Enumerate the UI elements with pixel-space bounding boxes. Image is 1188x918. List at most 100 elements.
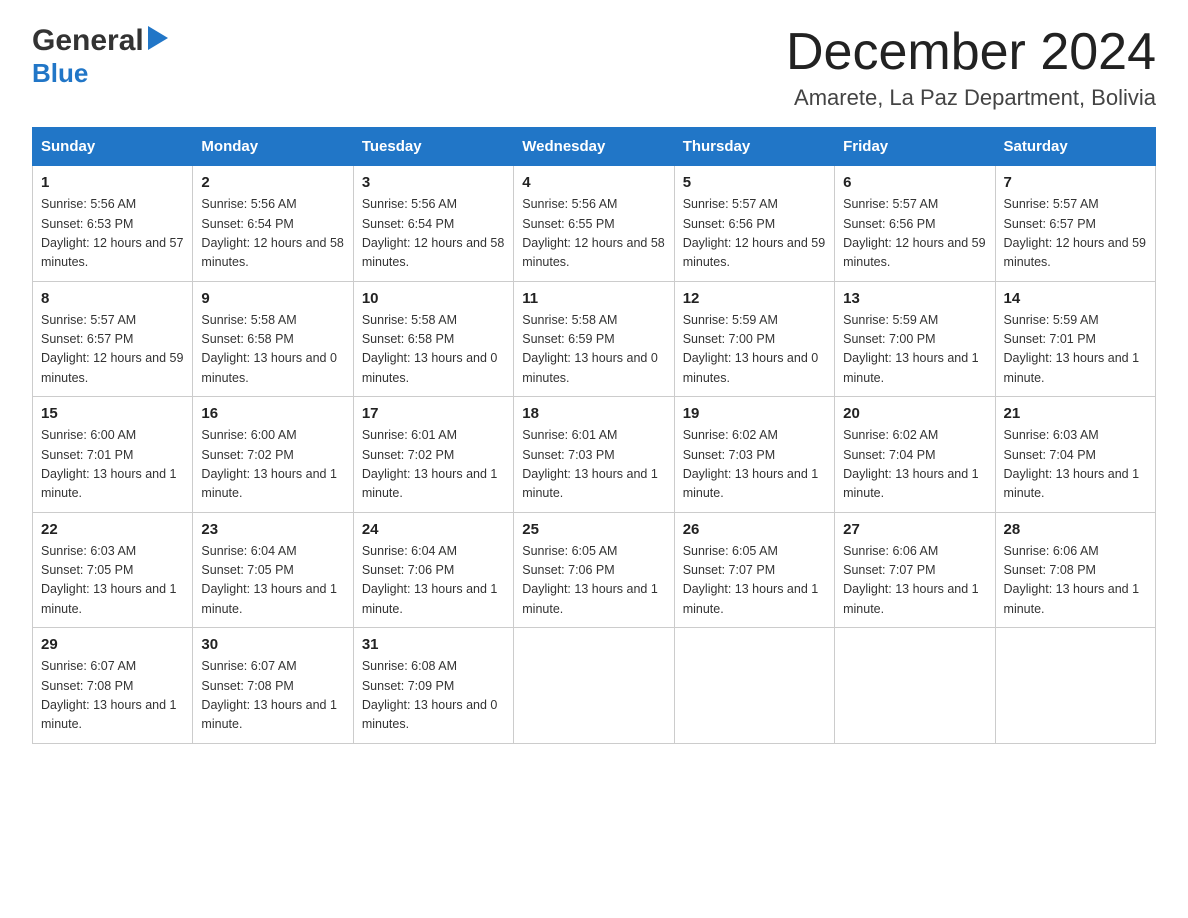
calendar-day-cell: 22 Sunrise: 6:03 AM Sunset: 7:05 PM Dayl… [33, 512, 193, 628]
day-number: 6 [843, 174, 986, 191]
calendar-day-cell: 5 Sunrise: 5:57 AM Sunset: 6:56 PM Dayli… [674, 166, 834, 282]
calendar-day-cell: 14 Sunrise: 5:59 AM Sunset: 7:01 PM Dayl… [995, 281, 1155, 397]
day-info: Sunrise: 6:00 AM Sunset: 7:02 PM Dayligh… [201, 426, 344, 504]
day-number: 14 [1004, 290, 1147, 307]
day-number: 20 [843, 405, 986, 422]
column-header-thursday: Thursday [674, 128, 834, 166]
calendar-day-cell: 9 Sunrise: 5:58 AM Sunset: 6:58 PM Dayli… [193, 281, 353, 397]
calendar-week-row: 29 Sunrise: 6:07 AM Sunset: 7:08 PM Dayl… [33, 628, 1156, 744]
day-info: Sunrise: 6:08 AM Sunset: 7:09 PM Dayligh… [362, 657, 505, 735]
day-number: 18 [522, 405, 665, 422]
calendar-day-cell: 29 Sunrise: 6:07 AM Sunset: 7:08 PM Dayl… [33, 628, 193, 744]
logo-general-text: General [32, 24, 144, 58]
day-number: 15 [41, 405, 184, 422]
logo-arrow-icon [148, 24, 168, 58]
day-info: Sunrise: 6:03 AM Sunset: 7:04 PM Dayligh… [1004, 426, 1147, 504]
column-header-wednesday: Wednesday [514, 128, 674, 166]
calendar-day-cell: 13 Sunrise: 5:59 AM Sunset: 7:00 PM Dayl… [835, 281, 995, 397]
day-number: 7 [1004, 174, 1147, 191]
calendar-week-row: 1 Sunrise: 5:56 AM Sunset: 6:53 PM Dayli… [33, 166, 1156, 282]
calendar-day-cell: 11 Sunrise: 5:58 AM Sunset: 6:59 PM Dayl… [514, 281, 674, 397]
calendar-day-cell [514, 628, 674, 744]
day-number: 28 [1004, 521, 1147, 538]
page-header: General Blue December 2024 Amarete, La P… [32, 24, 1156, 111]
day-number: 1 [41, 174, 184, 191]
day-info: Sunrise: 6:04 AM Sunset: 7:06 PM Dayligh… [362, 542, 505, 620]
day-info: Sunrise: 5:59 AM Sunset: 7:00 PM Dayligh… [683, 311, 826, 389]
day-info: Sunrise: 5:59 AM Sunset: 7:01 PM Dayligh… [1004, 311, 1147, 389]
day-number: 3 [362, 174, 505, 191]
calendar-day-cell: 12 Sunrise: 5:59 AM Sunset: 7:00 PM Dayl… [674, 281, 834, 397]
calendar-header-row: SundayMondayTuesdayWednesdayThursdayFrid… [33, 128, 1156, 166]
calendar-day-cell: 7 Sunrise: 5:57 AM Sunset: 6:57 PM Dayli… [995, 166, 1155, 282]
column-header-monday: Monday [193, 128, 353, 166]
calendar-day-cell: 19 Sunrise: 6:02 AM Sunset: 7:03 PM Dayl… [674, 397, 834, 513]
calendar-day-cell: 8 Sunrise: 5:57 AM Sunset: 6:57 PM Dayli… [33, 281, 193, 397]
day-info: Sunrise: 5:56 AM Sunset: 6:54 PM Dayligh… [362, 195, 505, 273]
day-info: Sunrise: 5:56 AM Sunset: 6:55 PM Dayligh… [522, 195, 665, 273]
column-header-tuesday: Tuesday [353, 128, 513, 166]
day-info: Sunrise: 6:05 AM Sunset: 7:07 PM Dayligh… [683, 542, 826, 620]
day-number: 10 [362, 290, 505, 307]
calendar-day-cell: 24 Sunrise: 6:04 AM Sunset: 7:06 PM Dayl… [353, 512, 513, 628]
day-number: 23 [201, 521, 344, 538]
column-header-saturday: Saturday [995, 128, 1155, 166]
calendar-day-cell: 2 Sunrise: 5:56 AM Sunset: 6:54 PM Dayli… [193, 166, 353, 282]
calendar-day-cell: 30 Sunrise: 6:07 AM Sunset: 7:08 PM Dayl… [193, 628, 353, 744]
calendar-day-cell: 4 Sunrise: 5:56 AM Sunset: 6:55 PM Dayli… [514, 166, 674, 282]
day-number: 24 [362, 521, 505, 538]
day-info: Sunrise: 6:02 AM Sunset: 7:04 PM Dayligh… [843, 426, 986, 504]
day-info: Sunrise: 5:56 AM Sunset: 6:53 PM Dayligh… [41, 195, 184, 273]
calendar-day-cell: 10 Sunrise: 5:58 AM Sunset: 6:58 PM Dayl… [353, 281, 513, 397]
day-number: 26 [683, 521, 826, 538]
day-number: 16 [201, 405, 344, 422]
day-number: 8 [41, 290, 184, 307]
calendar-day-cell: 31 Sunrise: 6:08 AM Sunset: 7:09 PM Dayl… [353, 628, 513, 744]
day-number: 21 [1004, 405, 1147, 422]
day-number: 4 [522, 174, 665, 191]
calendar-table: SundayMondayTuesdayWednesdayThursdayFrid… [32, 127, 1156, 744]
day-info: Sunrise: 5:57 AM Sunset: 6:56 PM Dayligh… [683, 195, 826, 273]
day-number: 2 [201, 174, 344, 191]
day-number: 19 [683, 405, 826, 422]
calendar-day-cell: 1 Sunrise: 5:56 AM Sunset: 6:53 PM Dayli… [33, 166, 193, 282]
logo-line1: General [32, 24, 168, 58]
day-info: Sunrise: 6:06 AM Sunset: 7:08 PM Dayligh… [1004, 542, 1147, 620]
calendar-day-cell: 23 Sunrise: 6:04 AM Sunset: 7:05 PM Dayl… [193, 512, 353, 628]
day-info: Sunrise: 5:58 AM Sunset: 6:58 PM Dayligh… [201, 311, 344, 389]
calendar-day-cell: 3 Sunrise: 5:56 AM Sunset: 6:54 PM Dayli… [353, 166, 513, 282]
day-number: 5 [683, 174, 826, 191]
calendar-day-cell: 18 Sunrise: 6:01 AM Sunset: 7:03 PM Dayl… [514, 397, 674, 513]
day-info: Sunrise: 5:58 AM Sunset: 6:59 PM Dayligh… [522, 311, 665, 389]
day-info: Sunrise: 6:06 AM Sunset: 7:07 PM Dayligh… [843, 542, 986, 620]
column-header-sunday: Sunday [33, 128, 193, 166]
logo-blue-text: Blue [32, 58, 168, 89]
day-number: 25 [522, 521, 665, 538]
calendar-week-row: 15 Sunrise: 6:00 AM Sunset: 7:01 PM Dayl… [33, 397, 1156, 513]
day-info: Sunrise: 6:01 AM Sunset: 7:02 PM Dayligh… [362, 426, 505, 504]
day-number: 9 [201, 290, 344, 307]
calendar-day-cell: 17 Sunrise: 6:01 AM Sunset: 7:02 PM Dayl… [353, 397, 513, 513]
page-title: December 2024 [786, 24, 1156, 81]
day-number: 22 [41, 521, 184, 538]
calendar-day-cell [835, 628, 995, 744]
day-info: Sunrise: 5:56 AM Sunset: 6:54 PM Dayligh… [201, 195, 344, 273]
day-info: Sunrise: 5:58 AM Sunset: 6:58 PM Dayligh… [362, 311, 505, 389]
title-block: December 2024 Amarete, La Paz Department… [786, 24, 1156, 111]
day-info: Sunrise: 6:04 AM Sunset: 7:05 PM Dayligh… [201, 542, 344, 620]
calendar-day-cell: 28 Sunrise: 6:06 AM Sunset: 7:08 PM Dayl… [995, 512, 1155, 628]
calendar-day-cell: 6 Sunrise: 5:57 AM Sunset: 6:56 PM Dayli… [835, 166, 995, 282]
day-info: Sunrise: 5:57 AM Sunset: 6:57 PM Dayligh… [41, 311, 184, 389]
day-number: 31 [362, 636, 505, 653]
calendar-day-cell [995, 628, 1155, 744]
day-info: Sunrise: 6:01 AM Sunset: 7:03 PM Dayligh… [522, 426, 665, 504]
calendar-day-cell: 25 Sunrise: 6:05 AM Sunset: 7:06 PM Dayl… [514, 512, 674, 628]
calendar-day-cell [674, 628, 834, 744]
calendar-day-cell: 27 Sunrise: 6:06 AM Sunset: 7:07 PM Dayl… [835, 512, 995, 628]
calendar-day-cell: 26 Sunrise: 6:05 AM Sunset: 7:07 PM Dayl… [674, 512, 834, 628]
day-number: 17 [362, 405, 505, 422]
calendar-day-cell: 21 Sunrise: 6:03 AM Sunset: 7:04 PM Dayl… [995, 397, 1155, 513]
day-info: Sunrise: 6:07 AM Sunset: 7:08 PM Dayligh… [201, 657, 344, 735]
column-header-friday: Friday [835, 128, 995, 166]
day-info: Sunrise: 5:57 AM Sunset: 6:57 PM Dayligh… [1004, 195, 1147, 273]
